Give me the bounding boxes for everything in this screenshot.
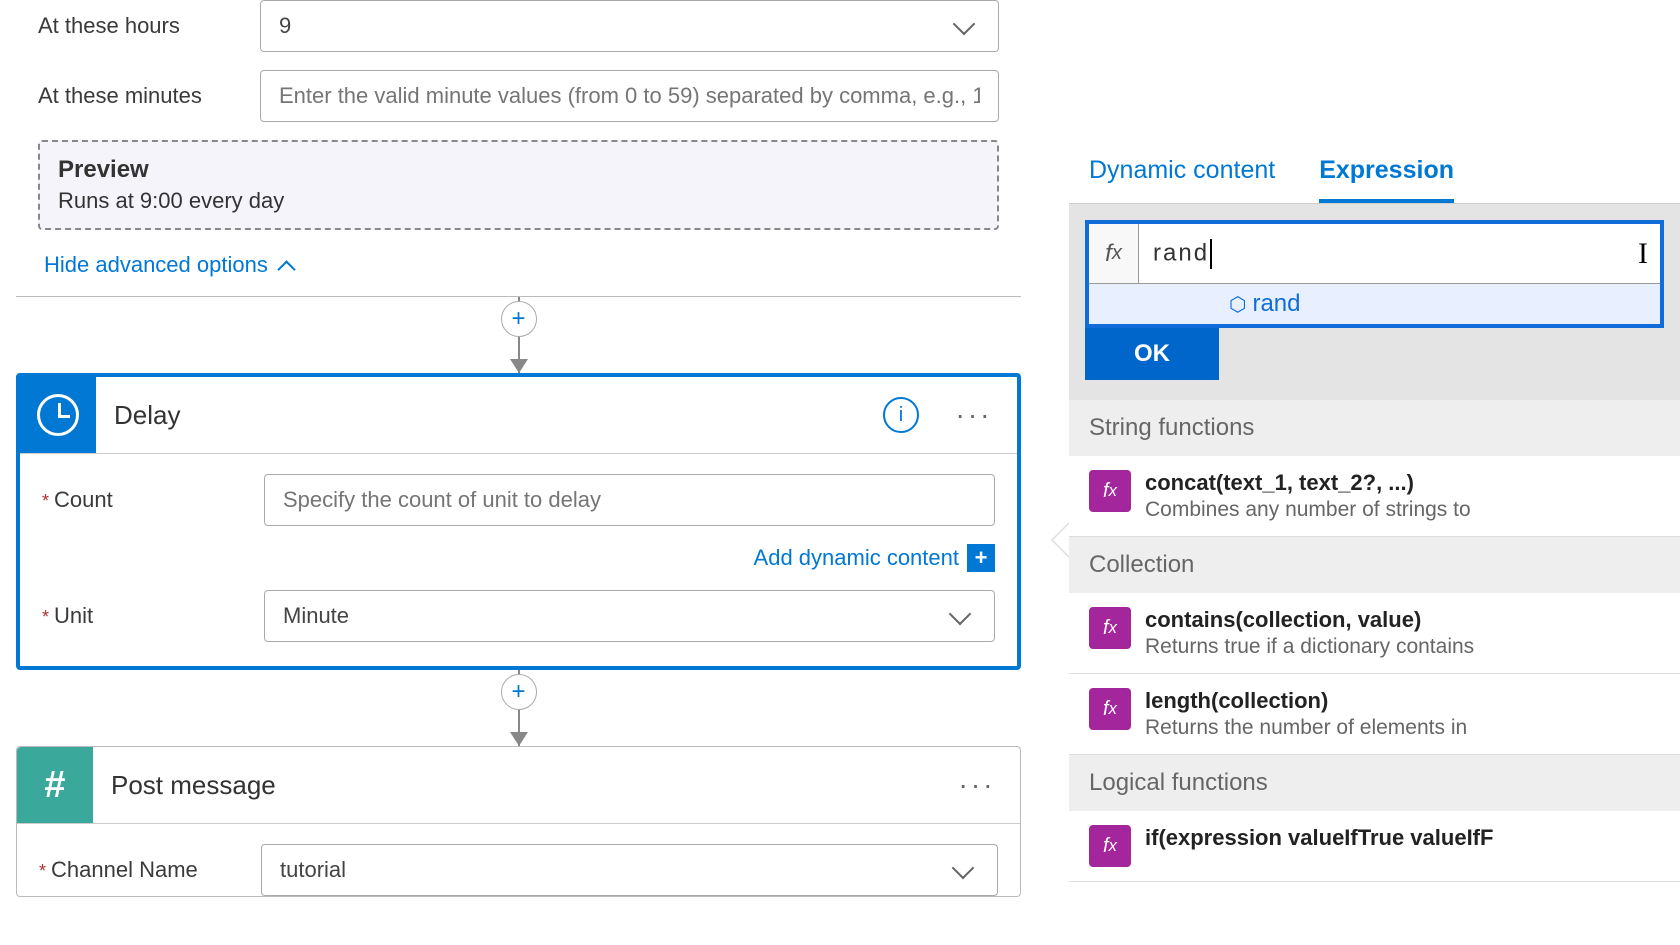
- hours-select[interactable]: 9: [260, 0, 999, 52]
- count-input[interactable]: [264, 474, 995, 526]
- add-dynamic-content-link[interactable]: Add dynamic content +: [42, 544, 995, 572]
- suggestion-item[interactable]: ⬡ rand: [1089, 284, 1660, 324]
- post-message-title: Post message: [93, 770, 952, 801]
- channel-name-select[interactable]: tutorial: [261, 844, 998, 896]
- chevron-down-icon: [952, 12, 980, 40]
- panel-pointer-icon: [1051, 522, 1069, 558]
- recurrence-body: At these hours 9 At these minutes Previe…: [16, 0, 1021, 296]
- chevron-down-icon: [948, 602, 976, 630]
- ok-button[interactable]: OK: [1085, 328, 1219, 380]
- minutes-input[interactable]: [260, 70, 999, 122]
- minutes-label: At these minutes: [38, 83, 260, 109]
- cube-icon: ⬡: [1229, 292, 1246, 317]
- function-description: Returns true if a dictionary contains: [1145, 635, 1474, 659]
- function-item[interactable]: fx concat(text_1, text_2?, ...)Combines a…: [1069, 456, 1680, 537]
- expression-input[interactable]: rand: [1139, 239, 1638, 269]
- fx-icon: fx: [1089, 825, 1131, 867]
- hours-label: At these hours: [38, 13, 260, 39]
- preview-title: Preview: [58, 156, 979, 184]
- function-description: Returns the number of elements in: [1145, 716, 1467, 740]
- text-caret-icon: I: [1638, 237, 1648, 271]
- fx-icon: fx: [1089, 607, 1131, 649]
- unit-label: Unit: [42, 603, 264, 629]
- unit-value: Minute: [283, 603, 349, 629]
- connector: +: [16, 297, 1021, 373]
- function-item[interactable]: fx contains(collection, value)Returns tru…: [1069, 593, 1680, 674]
- card-menu-button[interactable]: ···: [952, 769, 1002, 801]
- add-dynamic-label: Add dynamic content: [754, 545, 959, 571]
- add-step-button[interactable]: +: [501, 301, 537, 337]
- function-section-header: Collection: [1069, 537, 1680, 593]
- info-button[interactable]: i: [883, 397, 919, 433]
- chevron-down-icon: [951, 856, 979, 884]
- fx-icon: fx: [1089, 224, 1139, 283]
- unit-select[interactable]: Minute: [264, 590, 995, 642]
- function-signature: if(expression valueIfTrue valueIfF: [1145, 825, 1493, 851]
- preview-text: Runs at 9:00 every day: [58, 188, 979, 214]
- channel-name-value: tutorial: [280, 857, 346, 883]
- tab-expression[interactable]: Expression: [1319, 156, 1454, 203]
- plus-icon: +: [967, 544, 995, 572]
- function-signature: concat(text_1, text_2?, ...): [1145, 470, 1471, 496]
- card-menu-button[interactable]: ···: [949, 399, 999, 431]
- hash-icon: #: [44, 764, 65, 807]
- tab-dynamic-content[interactable]: Dynamic content: [1089, 156, 1275, 203]
- expression-value: rand: [1153, 239, 1209, 266]
- function-section-header: String functions: [1069, 400, 1680, 456]
- delay-card: Delay i ··· Count Add dynamic content + …: [16, 373, 1021, 670]
- expression-input-highlight: fx rand I ⬡ rand: [1085, 220, 1664, 328]
- arrow-down-icon: [510, 732, 528, 746]
- preview-box: Preview Runs at 9:00 every day: [38, 140, 999, 230]
- connector: +: [16, 670, 1021, 746]
- delay-title: Delay: [96, 400, 883, 431]
- post-message-card: # Post message ··· Channel Name tutorial: [16, 746, 1021, 897]
- hide-advanced-label: Hide advanced options: [44, 252, 268, 278]
- function-item[interactable]: fx length(collection)Returns the number o…: [1069, 674, 1680, 755]
- expression-panel: Dynamic content Expression fx rand I ⬡ r…: [1069, 142, 1680, 882]
- hours-value: 9: [279, 13, 291, 39]
- function-list: String functions fx concat(text_1, text_2?…: [1069, 400, 1680, 882]
- arrow-down-icon: [510, 359, 528, 373]
- chevron-up-icon: [268, 252, 293, 278]
- hide-advanced-link[interactable]: Hide advanced options: [44, 252, 293, 278]
- delay-icon: [20, 377, 96, 453]
- channel-name-label: Channel Name: [39, 857, 261, 883]
- function-signature: contains(collection, value): [1145, 607, 1474, 633]
- text-cursor-icon: [1210, 239, 1212, 269]
- clock-icon: [37, 394, 79, 436]
- suggestion-label: rand: [1252, 290, 1300, 318]
- function-signature: length(collection): [1145, 688, 1467, 714]
- count-label: Count: [42, 487, 264, 513]
- function-section-header: Logical functions: [1069, 755, 1680, 811]
- add-step-button[interactable]: +: [501, 674, 537, 710]
- function-item[interactable]: fx if(expression valueIfTrue valueIfF: [1069, 811, 1680, 882]
- post-message-icon: #: [17, 747, 93, 823]
- fx-icon: fx: [1089, 470, 1131, 512]
- function-description: Combines any number of strings to: [1145, 498, 1471, 522]
- fx-icon: fx: [1089, 688, 1131, 730]
